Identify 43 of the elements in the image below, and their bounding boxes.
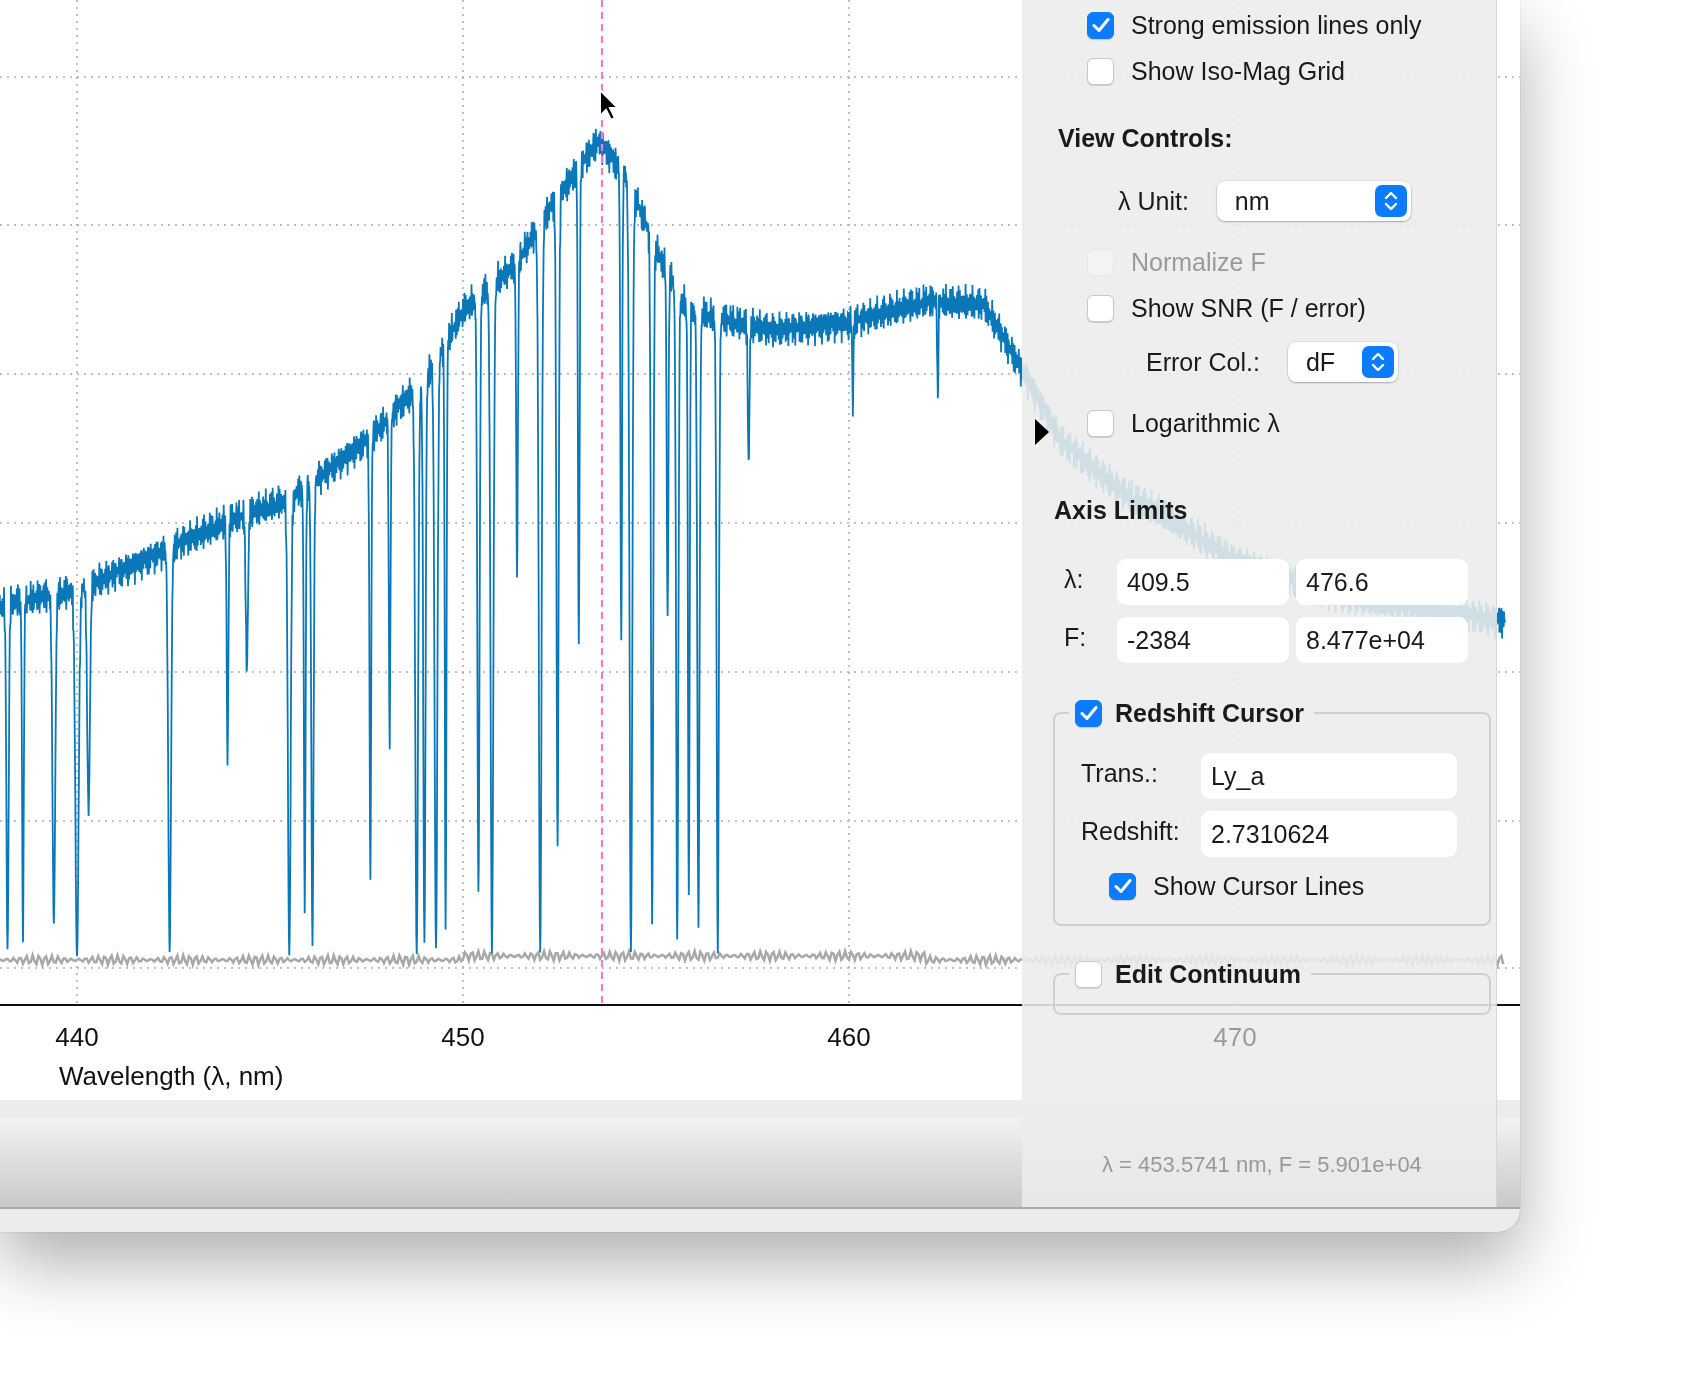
status-text: λ = 453.5741 nm, F = 5.901e+04 [1102,1152,1423,1178]
checkbox[interactable] [1075,699,1102,727]
dropdown[interactable]: nm [1216,181,1411,221]
input-field[interactable]: 476.6 [1296,559,1468,605]
input-field[interactable]: -2384 [1117,617,1289,663]
limit-label: λ: [1063,564,1085,594]
checkbox[interactable] [1087,57,1114,85]
stepper-icon [1374,185,1407,217]
group-title: Redshift Cursor [1115,698,1304,728]
checkbox-label: Show Iso-Mag Grid [1131,56,1345,86]
field-label: Trans.: [1081,758,1159,788]
axis-label: Wavelength (λ, nm) [59,1061,284,1091]
tick-label: 450 [441,1022,485,1052]
group-title: Edit Continuum [1115,959,1302,989]
tick-label: 440 [55,1022,99,1052]
checkbox-label: Logarithmic λ [1131,408,1280,438]
input-field[interactable]: Ly_a [1201,753,1457,799]
select-label: λ Unit: [1118,186,1189,216]
checkbox[interactable] [1087,11,1114,39]
checkmark-icon [1113,878,1132,894]
tick-label: 470 [1213,1022,1257,1052]
section-heading: Axis Limits [1054,495,1189,525]
dropdown[interactable]: dF [1287,342,1398,382]
checkbox[interactable] [1109,872,1136,900]
disclosure-icon[interactable] [1034,418,1050,446]
checkbox-label: Strong emission lines only [1131,10,1422,40]
input-field[interactable]: 409.5 [1117,559,1289,605]
checkbox-label: Show SNR (F / error) [1131,293,1366,323]
checkbox[interactable] [1075,960,1102,988]
field-label: Redshift: [1081,816,1181,846]
checkbox-label: Normalize F [1131,247,1266,277]
limit-label: F: [1063,622,1088,652]
section-heading: View Controls: [1058,123,1234,153]
checkbox[interactable] [1087,409,1114,437]
input-field[interactable]: 2.7310624 [1201,811,1457,857]
checkmark-icon [1079,705,1098,721]
tick-label: 460 [827,1022,871,1052]
select-label: Error Col.: [1146,347,1260,377]
stepper-icon [1361,346,1394,378]
checkbox[interactable] [1087,294,1114,322]
input-field[interactable]: 8.477e+04 [1296,617,1468,663]
checkbox-label: Show Cursor Lines [1153,871,1365,901]
checkmark-icon [1091,17,1110,33]
